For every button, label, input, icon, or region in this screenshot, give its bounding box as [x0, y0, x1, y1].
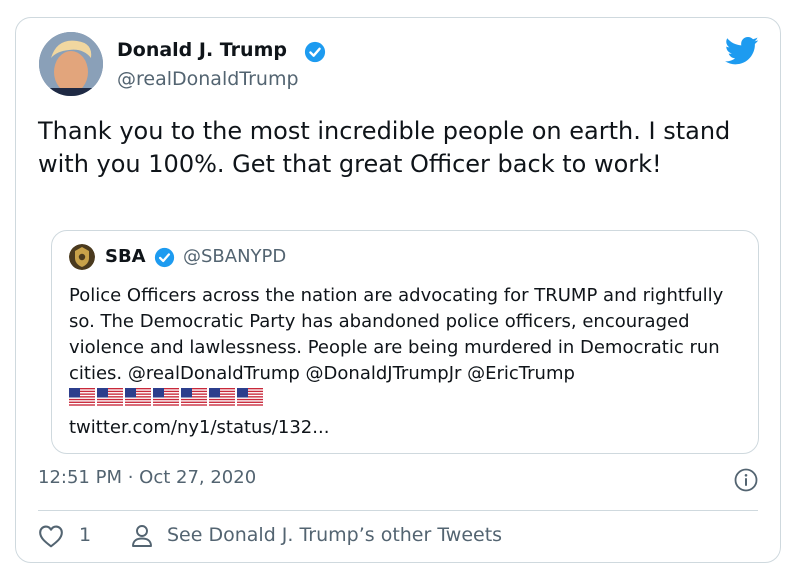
verified-badge-icon: [304, 41, 326, 63]
us-flag-icon: [209, 388, 235, 407]
avatar[interactable]: [39, 32, 103, 96]
us-flag-icon: [125, 388, 151, 407]
us-flag-icon: [69, 388, 95, 407]
us-flag-icon: [237, 388, 263, 407]
tweet-text: Thank you to the most incredible people …: [38, 117, 731, 178]
quoted-text: Police Officers across the nation are ad…: [69, 283, 749, 441]
verified-badge-icon: [154, 247, 175, 268]
quoted-body: Police Officers across the nation are ad…: [69, 285, 724, 384]
quoted-link[interactable]: twitter.com/ny1/status/132...: [69, 417, 329, 438]
quoted-avatar: [69, 244, 95, 270]
us-flag-icon: [153, 388, 179, 407]
like-count[interactable]: 1: [79, 524, 91, 546]
heart-icon[interactable]: [38, 524, 64, 548]
tweet-card: Donald J. Trump @realDonaldTrump Thank y…: [15, 17, 781, 563]
flag-emojis: [69, 388, 265, 415]
quoted-handle: @SBANYPD: [183, 246, 287, 267]
info-icon[interactable]: [734, 468, 758, 492]
tweet-timestamp[interactable]: 12:51 PM · Oct 27, 2020: [38, 467, 256, 488]
author-display-name[interactable]: Donald J. Trump: [117, 39, 287, 61]
person-icon: [132, 525, 152, 547]
author-handle[interactable]: @realDonaldTrump: [117, 68, 299, 90]
us-flag-icon: [181, 388, 207, 407]
us-flag-icon: [97, 388, 123, 407]
quoted-tweet[interactable]: SBA @SBANYPD Police Officers across the …: [51, 230, 759, 454]
quoted-display-name: SBA: [105, 246, 146, 267]
see-other-tweets-link[interactable]: See Donald J. Trump’s other Tweets: [167, 524, 502, 546]
divider: [38, 510, 758, 511]
twitter-bird-icon[interactable]: [725, 36, 759, 66]
